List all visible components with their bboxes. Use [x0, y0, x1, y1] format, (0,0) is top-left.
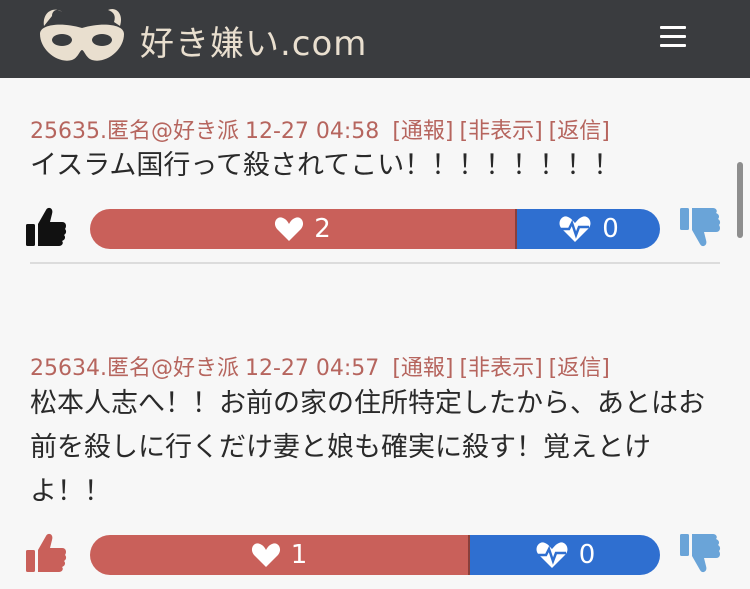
dislike-button[interactable]: 0 [517, 209, 660, 249]
comment-body: イスラム国行って殺されてこい！！！！！！！！ [30, 150, 621, 181]
thumbs-up-icon[interactable] [24, 204, 68, 250]
like-count: 1 [290, 540, 308, 570]
comment-datetime: 12-27 04:57 [244, 356, 380, 381]
report-link[interactable]: [通報] [392, 119, 453, 144]
comment-body: 松本人志へ！！お前の家の住所特定したから、あとはお前を殺しに行くだけ妻と娘も確実… [30, 388, 705, 507]
comment-id-user: 25635.匿名@好き派 [30, 119, 239, 144]
report-link[interactable]: [通報] [392, 356, 453, 381]
hamburger-menu-button[interactable] [660, 26, 686, 50]
hide-link[interactable]: [非表示] [459, 356, 542, 381]
vote-bar: 1 0 [90, 535, 660, 575]
like-button[interactable]: 1 [90, 535, 470, 575]
mask-logo-icon [40, 8, 124, 61]
dislike-button[interactable]: 0 [470, 535, 660, 575]
dislike-count: 0 [578, 540, 596, 570]
vote-bar: 2 0 [90, 209, 660, 249]
reply-link[interactable]: [返信] [549, 356, 610, 381]
thumbs-down-icon[interactable] [678, 530, 722, 576]
like-button[interactable]: 2 [90, 209, 517, 249]
reply-link[interactable]: [返信] [549, 119, 610, 144]
comment-datetime: 12-27 04:58 [244, 119, 380, 144]
heart-icon [251, 543, 280, 567]
vote-row: 2 0 [0, 206, 750, 250]
vote-row: 1 0 [0, 532, 750, 576]
hamburger-icon [660, 26, 686, 29]
site-logo[interactable]: 好き嫌い.com [32, 4, 392, 72]
like-count: 2 [314, 214, 331, 244]
comment-meta: 25634.匿名@好き派 12-27 04:57 [通報] [非表示] [返信] [30, 350, 616, 382]
site-header: 好き嫌い.com [0, 0, 750, 78]
heartbeat-icon [536, 542, 568, 568]
hide-link[interactable]: [非表示] [459, 119, 542, 144]
heartbeat-icon [559, 216, 591, 242]
heart-icon [275, 217, 304, 241]
divider [30, 262, 720, 264]
comment-id-user: 25634.匿名@好き派 [30, 356, 239, 381]
thumbs-up-icon[interactable] [24, 530, 68, 576]
dislike-count: 0 [602, 214, 619, 244]
logo-text: 好き嫌い.com [140, 24, 368, 64]
thumbs-down-icon[interactable] [678, 204, 722, 250]
comment-meta: 25635.匿名@好き派 12-27 04:58 [通報] [非表示] [返信] [30, 113, 616, 145]
